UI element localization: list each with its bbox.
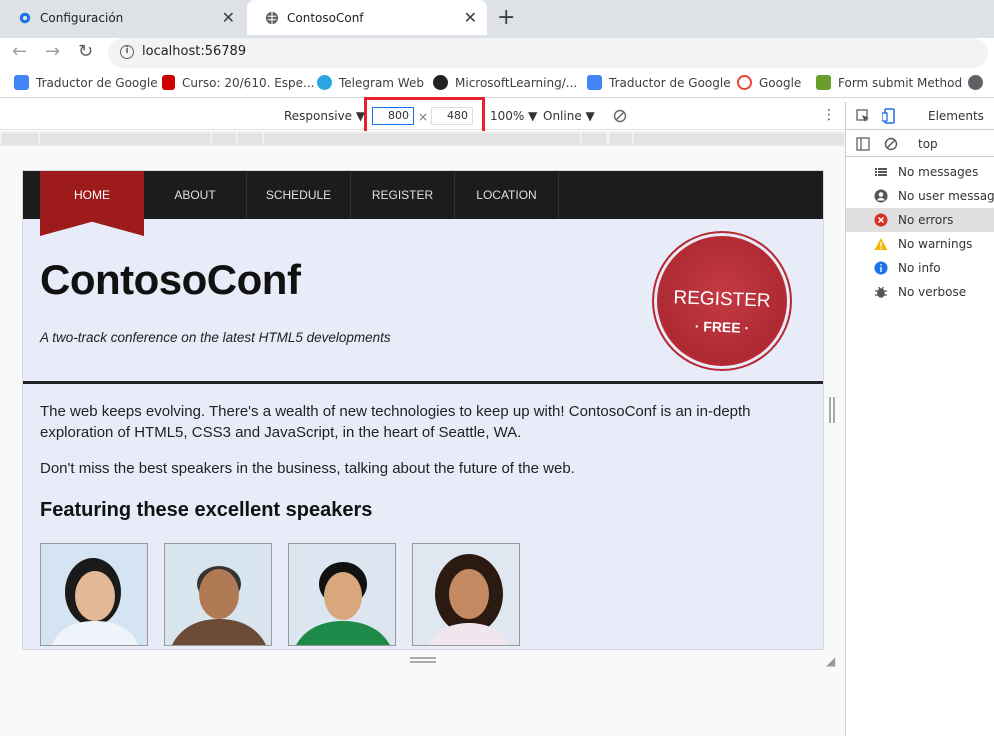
register-badge-free: · FREE · [694, 318, 750, 336]
bookmark-item[interactable]: Form submit Method [816, 75, 962, 90]
resize-handle-right[interactable] [829, 397, 835, 423]
console-toolbar: top [846, 131, 994, 157]
filter-warnings[interactable]: No warnings [846, 232, 994, 256]
zoom-dropdown[interactable]: 100% ▼ [490, 109, 537, 123]
bookmarks-bar: Traductor de Google Curso: 20/610. Espe.… [0, 70, 994, 98]
bookmark-item[interactable]: Google [737, 75, 801, 90]
google-translate-icon [14, 75, 29, 90]
close-icon[interactable]: ✕ [464, 8, 477, 27]
user-icon [874, 189, 888, 203]
globe-icon [265, 11, 279, 24]
tab-title: ContosoConf [287, 10, 364, 25]
media-query-bar [0, 131, 845, 147]
site-tagline: A two-track conference on the latest HTM… [40, 330, 391, 345]
nav-location[interactable]: LOCATION [455, 171, 559, 219]
globe-icon[interactable] [968, 75, 983, 90]
register-badge[interactable]: REGISTER · FREE · [652, 231, 792, 371]
intro-paragraph: The web keeps evolving. There's a wealth… [40, 403, 751, 441]
speakers-paragraph: Don't miss the best speakers in the busi… [40, 460, 575, 477]
bookmark-label: Curso: 20/610. Espe... [182, 75, 315, 90]
filter-label: No verbose [898, 285, 967, 299]
bookmark-label: MicrosoftLearning/... [455, 75, 578, 90]
filter-verbose[interactable]: No verbose [846, 280, 994, 304]
site-title: ContosoConf [40, 256, 301, 303]
nav-about[interactable]: ABOUT [144, 171, 247, 219]
speaker-photo[interactable] [164, 543, 272, 646]
bookmark-label: Form submit Method [838, 75, 963, 90]
list-icon [875, 168, 887, 176]
info-icon[interactable]: i [120, 45, 134, 59]
filter-label: No user messages [898, 189, 994, 203]
nav-register[interactable]: REGISTER [351, 171, 455, 219]
speaker-photo[interactable] [288, 543, 396, 646]
info-icon [874, 261, 888, 275]
filter-label: No errors [898, 213, 954, 227]
rotate-icon[interactable] [613, 109, 627, 123]
more-options-icon[interactable]: ⋮ [822, 107, 836, 123]
tab-contosoconf[interactable]: ContosoConf ✕ [247, 0, 487, 35]
filter-label: No info [898, 261, 941, 275]
bookmark-label: Telegram Web [339, 75, 424, 90]
address-bar[interactable]: i localhost:56789 [108, 38, 988, 68]
nav-home[interactable]: HOME [40, 171, 144, 219]
devtools-tabbar: Elements [846, 102, 994, 130]
clear-console-icon[interactable] [884, 137, 898, 151]
bookmark-label: Traductor de Google [36, 75, 158, 90]
inspect-icon[interactable] [856, 109, 870, 123]
gear-icon [19, 12, 31, 23]
emulated-viewport: ABOUT SCHEDULE REGISTER LOCATION HOME Co… [22, 170, 824, 650]
github-icon [433, 75, 448, 90]
tab-title: Configuración [40, 10, 124, 25]
register-badge-inner: REGISTER · FREE · [660, 239, 784, 363]
error-icon [874, 213, 888, 227]
speakers-heading: Featuring these excellent speakers [40, 499, 373, 521]
browser-toolbar: ← → ↻ i localhost:56789 [0, 38, 994, 68]
tab-strip: Configuración ✕ ContosoConf ✕ + [0, 0, 994, 38]
filter-label: No messages [898, 165, 979, 179]
reload-icon[interactable]: ↻ [78, 41, 93, 62]
google-translate-icon [587, 75, 602, 90]
new-tab-button[interactable]: + [497, 5, 515, 30]
tab-elements[interactable]: Elements [928, 109, 984, 123]
google-icon [737, 75, 752, 90]
bookmark-label: Traductor de Google [609, 75, 731, 90]
filter-user-messages[interactable]: No user messages [846, 184, 994, 208]
header-divider [23, 381, 823, 384]
filter-label: No warnings [898, 237, 973, 251]
bug-icon [875, 286, 887, 298]
context-selector[interactable]: top [918, 137, 938, 151]
register-badge-label: REGISTER [673, 287, 771, 312]
url-text: localhost:56789 [142, 44, 247, 59]
nav-schedule[interactable]: SCHEDULE [247, 171, 351, 219]
responsive-dropdown[interactable]: Responsive ▼ [284, 109, 365, 123]
resize-handle-corner[interactable]: ◢ [826, 654, 835, 668]
sidebar-toggle-icon[interactable] [856, 137, 870, 151]
w3-icon [816, 75, 831, 90]
bookmark-item[interactable]: Curso: 20/610. Espe... [162, 75, 315, 90]
filter-errors[interactable]: No errors [846, 208, 994, 232]
forward-icon[interactable]: → [45, 41, 60, 62]
devtools-panel: Elements top No messages No user message… [845, 102, 994, 736]
telegram-icon [317, 75, 332, 90]
warning-icon [874, 238, 888, 250]
bookmark-item[interactable]: Telegram Web [317, 75, 424, 90]
bookmark-item[interactable]: MicrosoftLearning/... [433, 75, 577, 90]
bookmark-label: Google [759, 75, 802, 90]
bookmark-item[interactable]: Traductor de Google [587, 75, 731, 90]
network-dropdown[interactable]: Online ▼ [543, 109, 595, 123]
filter-messages[interactable]: No messages [846, 160, 994, 184]
tab-configuracion[interactable]: Configuración ✕ [0, 0, 245, 35]
speaker-photo[interactable] [40, 543, 148, 646]
speaker-photo[interactable] [412, 543, 520, 646]
resize-handle-bottom[interactable] [410, 657, 436, 663]
ni-icon [162, 75, 175, 90]
close-icon[interactable]: ✕ [222, 8, 235, 27]
back-icon[interactable]: ← [12, 41, 27, 62]
bookmark-item[interactable]: Traductor de Google [14, 75, 158, 90]
device-toggle-icon[interactable] [882, 108, 896, 124]
filter-info[interactable]: No info [846, 256, 994, 280]
